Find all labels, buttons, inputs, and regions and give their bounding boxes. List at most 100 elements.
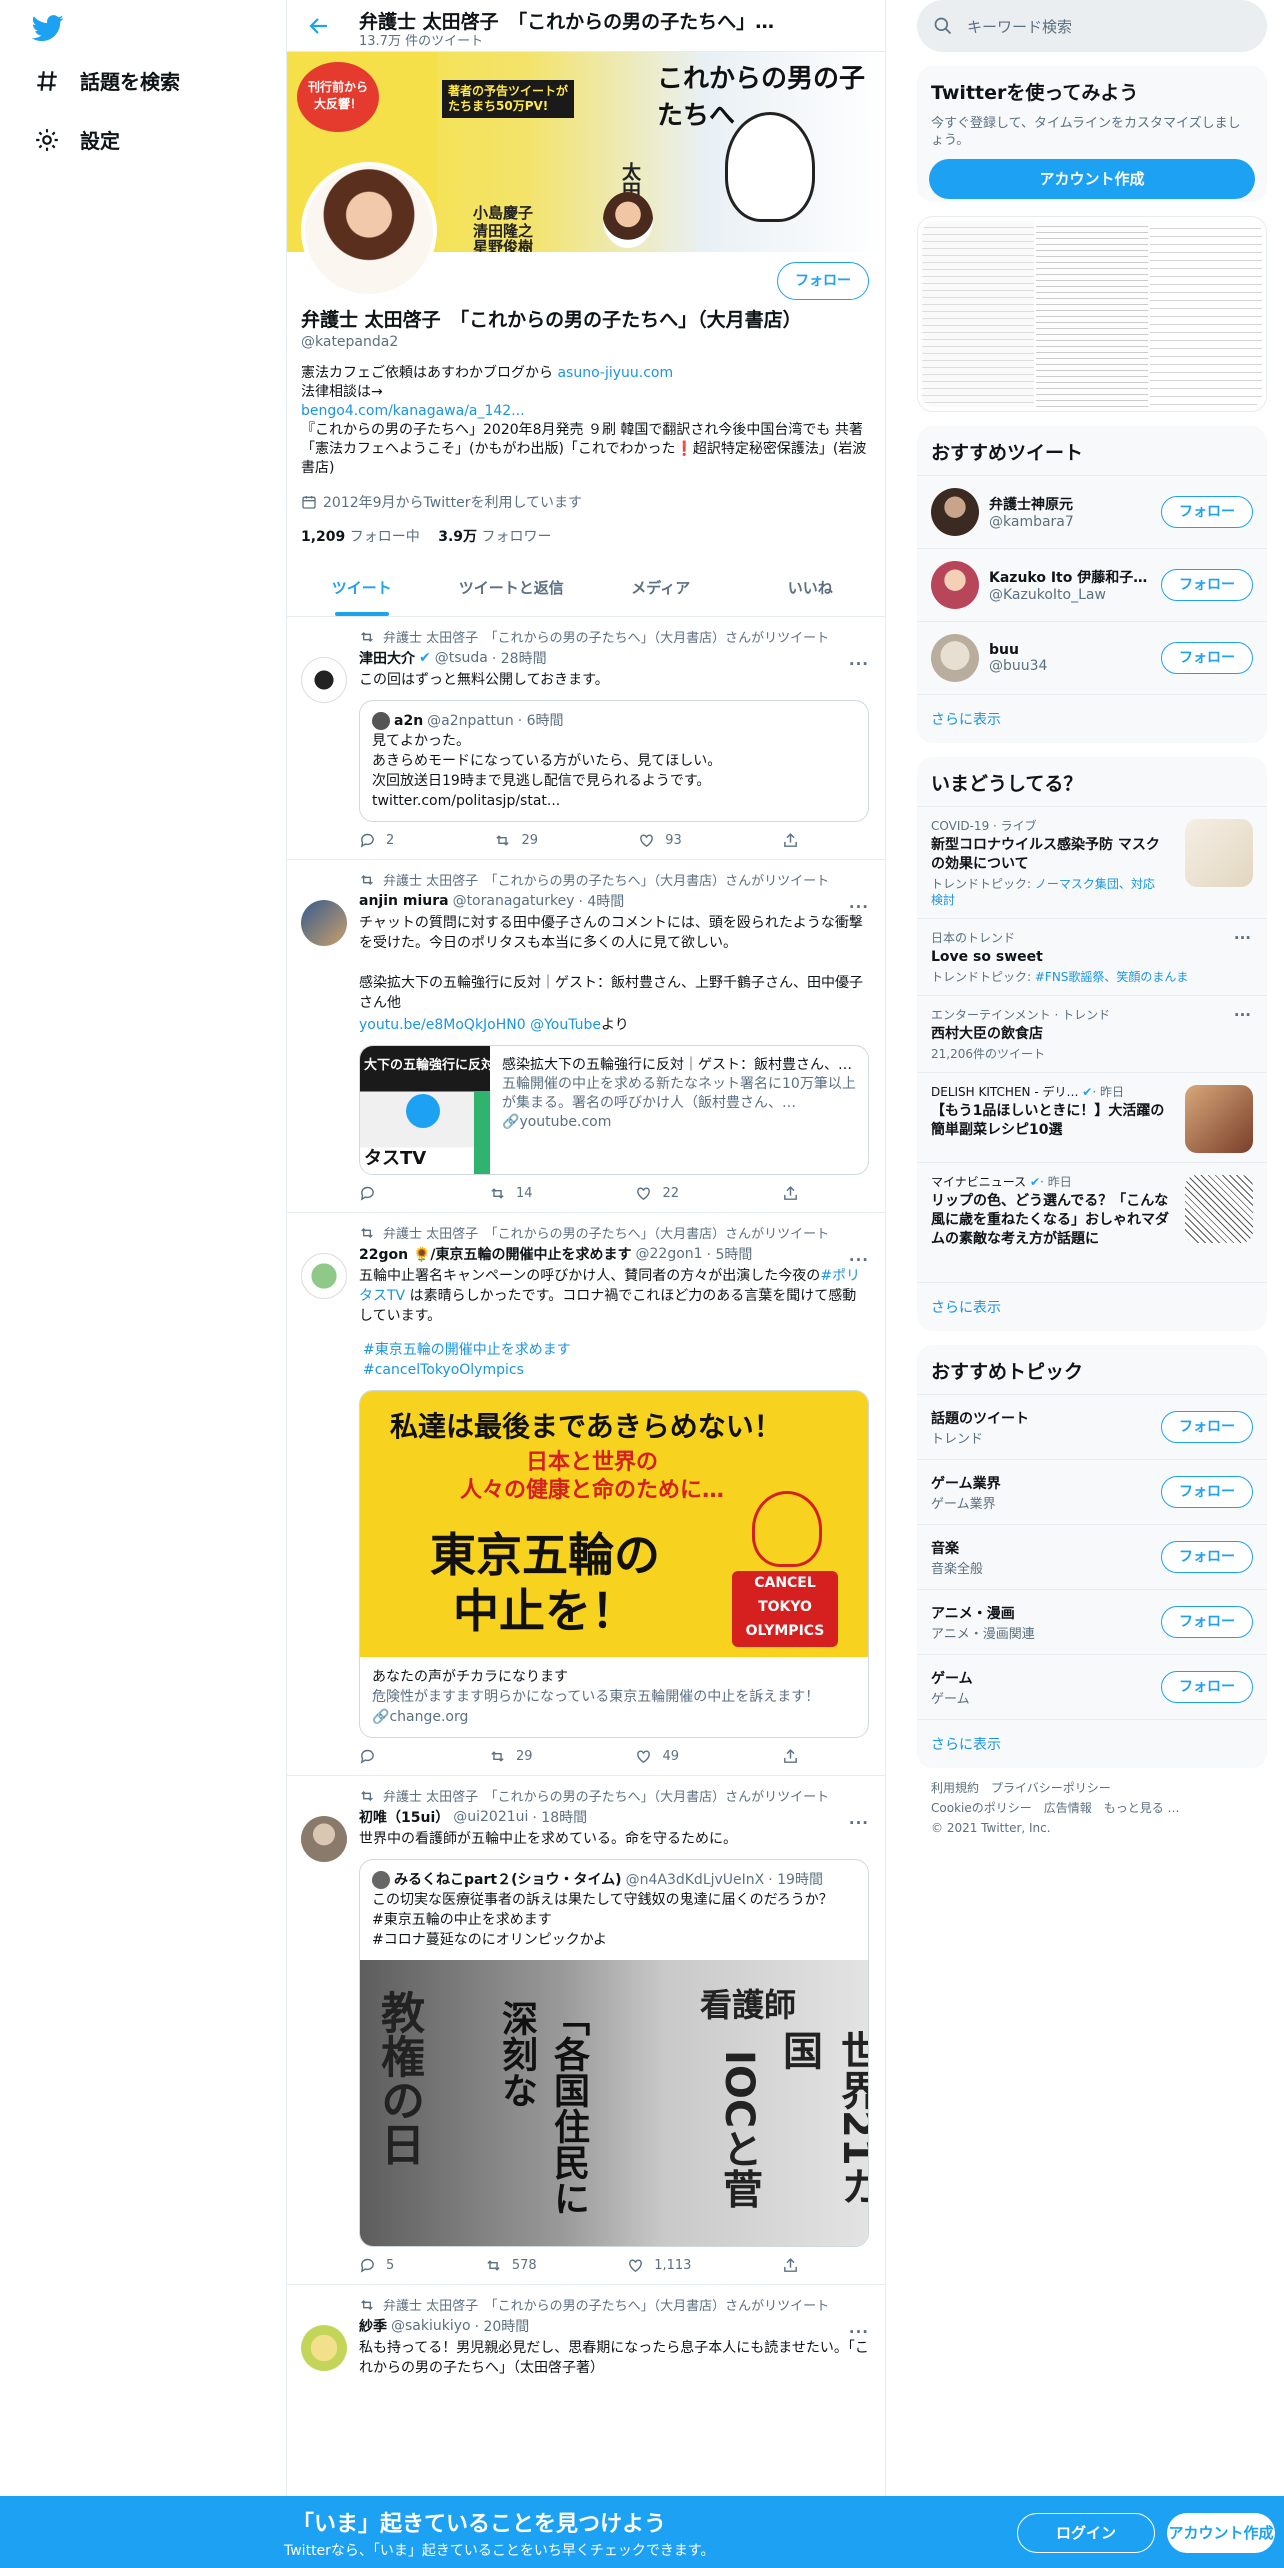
share-button[interactable] [782,832,799,849]
retweet-button[interactable]: 14 [489,1185,533,1202]
following-link[interactable]: 1,209 フォロー中 [301,529,420,545]
topic-row[interactable]: 音楽 音楽全般 フォロー [917,1524,1267,1589]
tab-likes[interactable]: いいね [736,562,886,616]
media-thumb[interactable] [1036,221,1148,407]
follow-button[interactable]: フォロー [1161,569,1253,601]
more-icon[interactable]: ··· [1234,929,1251,947]
avatar[interactable] [301,2325,347,2371]
trend-item[interactable]: 日本のトレンド Love so sweet トレンドトピック: #FNS歌謡祭、… [917,918,1267,995]
follow-button[interactable]: フォロー [1161,1476,1253,1508]
reply-button[interactable] [359,1185,386,1202]
more-icon[interactable]: ··· [849,2323,869,2341]
hashtag-link[interactable]: #東京五輪の開催中止を求めます [363,1342,571,1358]
quote-image[interactable]: 看護師 世界21カ国 IOCと菅 「各国住民に深刻な 教権の日 [360,1960,868,2246]
more-icon[interactable]: ··· [849,898,869,916]
follow-button[interactable]: フォロー [1161,496,1253,528]
tweet[interactable]: 弁護士 太田啓子 「これからの男の子たちへ」（大月書店）さんがリツイート ···… [287,860,885,1213]
bio-link-blog[interactable]: asuno-jiyuu.com [557,365,673,381]
show-more-link[interactable]: さらに表示 [917,694,1267,743]
author-name[interactable]: 津田大介 [359,648,415,668]
play-icon[interactable] [406,1094,440,1128]
avatar[interactable] [301,1816,347,1862]
share-button[interactable] [782,1185,799,1202]
search-input[interactable]: キーワード検索 [967,16,1072,37]
youtube-mention[interactable]: @YouTube [530,1017,601,1033]
follow-button[interactable]: フォロー [1161,1411,1253,1443]
avatar[interactable] [931,634,979,682]
login-button[interactable]: ログイン [1017,2513,1155,2553]
trend-meta-link[interactable]: #FNS歌謡祭、笑顔のまんま [1035,970,1189,984]
follow-button[interactable]: フォロー [1161,642,1253,674]
like-button[interactable]: 22 [635,1185,679,1202]
tweet[interactable]: 弁護士 太田啓子 「これからの男の子たちへ」（大月書店）さんがリツイート ···… [287,2285,885,2388]
more-icon[interactable]: ··· [1234,1006,1251,1024]
link-card[interactable]: 私達は最後まであきらめない！ 日本と世界の 人々の健康と命のために… 東京五輪の… [359,1390,869,1738]
retweet-button[interactable]: 578 [485,2257,537,2274]
avatar[interactable] [301,657,347,703]
more-icon[interactable]: ··· [849,1251,869,1269]
media-thumb[interactable] [1150,221,1262,407]
author-name[interactable]: 紗季 [359,2316,387,2336]
tweet[interactable]: 弁護士 太田啓子 「これからの男の子たちへ」（大月書店）さんがリツイート ···… [287,1776,885,2285]
followers-link[interactable]: 3.9万 フォロワー [438,529,551,545]
follow-button[interactable]: フォロー [1161,1541,1253,1573]
youtube-link[interactable]: youtu.be/e8MoQkJoHN0 [359,1017,526,1033]
quote-tweet[interactable]: a2n @a2npattun · 6時間 見てよかった。 あきらめモードになっている… [359,700,869,822]
avatar[interactable] [931,561,979,609]
quote-tweet[interactable]: みるくねこpart２(ショウ・タイム) @n4A3dKdLjvUeInX · 19時… [359,1859,869,2247]
nav-settings[interactable]: 設定 [34,125,120,154]
tweet[interactable]: 弁護士 太田啓子 「これからの男の子たちへ」（大月書店）さんがリツイート ···… [287,1213,885,1776]
trend-item[interactable]: DELISH KITCHEN - デリ… ✔· 昨日 【もう1品ほしいときに！】… [917,1072,1267,1162]
trend-item[interactable]: COVID-19 · ライブ 新型コロナウイルス感染予防 マスクの効果について … [917,806,1267,918]
reply-button[interactable]: 2 [359,832,394,849]
search-box[interactable]: キーワード検索 [917,0,1267,52]
user-row[interactable]: buu @buu34 フォロー [917,621,1267,694]
signup-button[interactable]: アカウント作成 [929,159,1255,199]
tab-tweets[interactable]: ツイート [287,562,437,616]
media-thumb[interactable] [922,221,1034,407]
link-card[interactable]: 大下の五輪強行に反対 タスTV 感染拡大下の五輪強行に反対｜ゲスト：飯村豊さん、… [359,1045,869,1175]
tweet[interactable]: 弁護士 太田啓子 「これからの男の子たちへ」（大月書店）さんがリツイート ···… [287,617,885,860]
tab-media[interactable]: メディア [586,562,736,616]
show-more-link[interactable]: さらに表示 [917,1719,1267,1768]
follow-button[interactable]: フォロー [1161,1606,1253,1638]
author-name[interactable]: 初唯（15ui） [359,1807,449,1827]
show-more-link[interactable]: さらに表示 [917,1282,1267,1331]
more-icon[interactable]: ··· [849,1814,869,1832]
topic-row[interactable]: ゲーム ゲーム フォロー [917,1654,1267,1719]
media-grid[interactable] [917,216,1267,412]
author-name[interactable]: anjin miura [359,893,449,909]
trend-item[interactable]: マイナビニュース ✔· 昨日 リップの色、どう選んでる？「こんな風に歳を重ねたく… [917,1162,1267,1282]
avatar[interactable] [301,1253,347,1299]
bottom-signup-button[interactable]: アカウント作成 [1167,2513,1275,2553]
author-name[interactable]: 22gon 🌻/東京五輪の開催中止を求めます [359,1244,632,1264]
footer-line2[interactable]: Cookieのポリシー 広告情報 もっと見る … [931,1798,1253,1818]
retweet-button[interactable]: 29 [489,1748,533,1765]
hashtag-link[interactable]: #cancelTokyoOlympics [363,1362,524,1378]
like-button[interactable]: 1,113 [627,2257,691,2274]
tweet-time[interactable]: · 20時間 [475,2316,530,2336]
share-button[interactable] [782,1748,799,1765]
topic-row[interactable]: 話題のツイート トレンド フォロー [917,1394,1267,1459]
tweet-time[interactable]: · 28時間 [492,648,547,668]
follow-button[interactable]: フォロー [1161,1671,1253,1703]
avatar[interactable] [931,488,979,536]
like-button[interactable]: 93 [638,832,682,849]
tab-tweets-replies[interactable]: ツイートと返信 [437,562,587,616]
user-row[interactable]: Kazuko Ito 伊藤和子… @KazukoIto_Law フォロー [917,548,1267,621]
bio-link-bengo4[interactable]: bengo4.com/kanagawa/a_142... [301,403,525,419]
reply-button[interactable]: 5 [359,2257,394,2274]
avatar[interactable] [301,900,347,946]
topic-row[interactable]: ゲーム業界 ゲーム業界 フォロー [917,1459,1267,1524]
trend-item[interactable]: エンターテインメント · トレンド 西村大臣の飲食店 21,206件のツイート … [917,995,1267,1072]
back-arrow-icon[interactable] [307,14,331,38]
reply-button[interactable] [359,1748,386,1765]
like-button[interactable]: 49 [635,1748,679,1765]
tweet-time[interactable]: · 18時間 [532,1807,587,1827]
footer-line1[interactable]: 利用規約 プライバシーポリシー [931,1778,1253,1798]
profile-follow-button[interactable]: フォロー [777,262,869,300]
tweet-time[interactable]: · 5時間 [707,1244,753,1264]
tweet-time[interactable]: · 4時間 [579,891,625,911]
nav-explore[interactable]: 話題を検索 [34,66,180,95]
topic-row[interactable]: アニメ・漫画 アニメ・漫画関連 フォロー [917,1589,1267,1654]
